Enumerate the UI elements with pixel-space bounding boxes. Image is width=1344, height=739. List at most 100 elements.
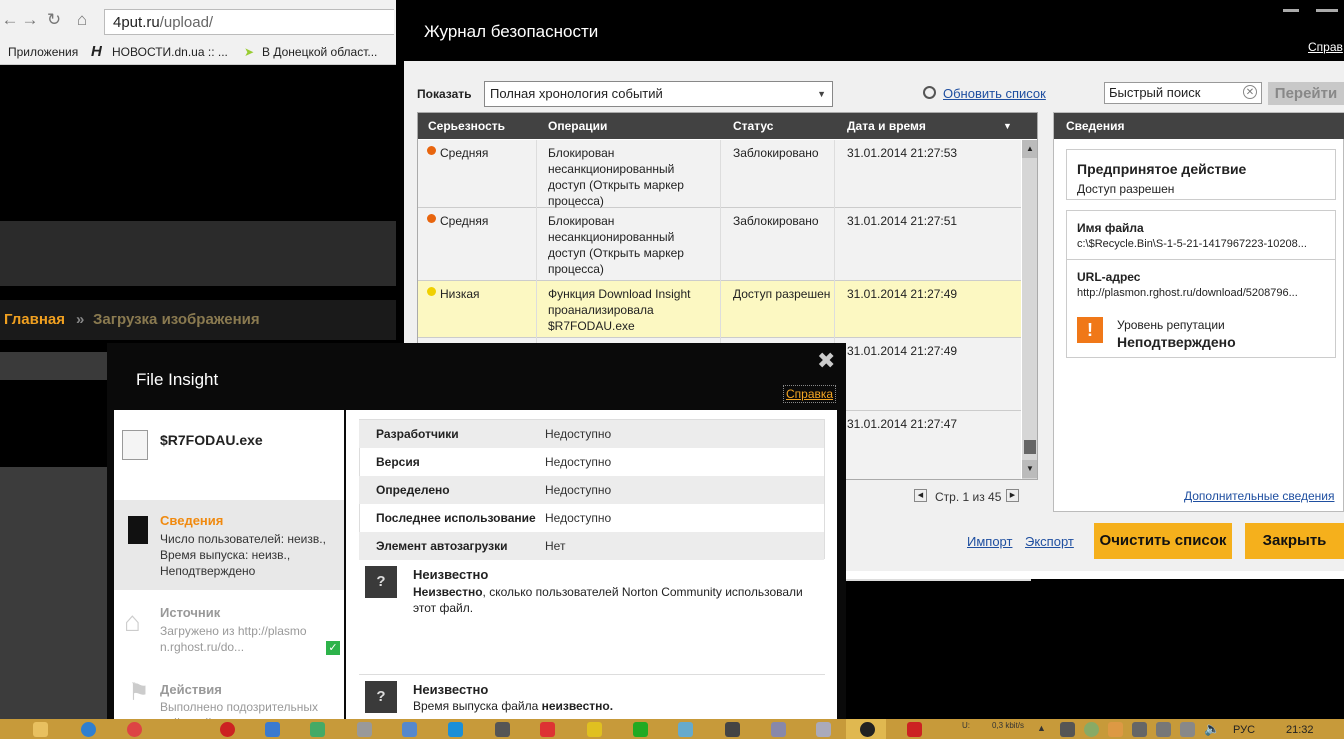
- go-button[interactable]: Перейти: [1268, 82, 1344, 105]
- file-value: c:\$Recycle.Bin\S-1-5-21-1417967223-1020…: [1077, 238, 1307, 250]
- details-panel: Сведения Предпринятое действие Доступ ра…: [1053, 112, 1344, 512]
- community-title: Неизвестно: [413, 567, 489, 582]
- nav-item-title: Сведения: [160, 513, 224, 528]
- tray-icon[interactable]: [1060, 722, 1075, 737]
- app-icon[interactable]: [357, 722, 372, 737]
- property-value: Недоступно: [545, 455, 612, 469]
- clear-search-icon[interactable]: ✕: [1243, 85, 1257, 99]
- table-scrollbar[interactable]: ▲ ▼: [1022, 140, 1037, 479]
- maximize-button[interactable]: [1316, 9, 1338, 12]
- address-bar[interactable]: 4put.ru/upload/: [104, 9, 394, 35]
- chevron-down-icon: ▼: [817, 89, 826, 99]
- app-icon[interactable]: [907, 722, 922, 737]
- minimize-button[interactable]: [1283, 9, 1299, 12]
- row-datetime: 31.01.2014 21:27:53: [847, 146, 958, 160]
- scroll-thumb[interactable]: [1024, 440, 1036, 454]
- column-status[interactable]: Статус: [733, 119, 773, 133]
- norton-icon[interactable]: [633, 722, 648, 737]
- help-link[interactable]: Справка: [783, 385, 837, 403]
- clear-list-button[interactable]: Очистить список: [1094, 523, 1232, 559]
- volume-icon[interactable]: 🔈: [1204, 721, 1220, 737]
- scroll-down-icon[interactable]: ▼: [1022, 460, 1037, 478]
- refresh-icon[interactable]: [923, 86, 936, 99]
- row-status: Доступ разрешен: [733, 287, 831, 301]
- tray-icon[interactable]: [1132, 722, 1147, 737]
- scroll-up-icon[interactable]: ▲: [1022, 140, 1037, 158]
- more-details-link[interactable]: Дополнительные сведения: [1184, 489, 1334, 503]
- app-icon[interactable]: [816, 722, 831, 737]
- back-icon[interactable]: ←: [0, 10, 20, 30]
- nav-item-details[interactable]: Сведения Число пользователей: неизв., Вр…: [114, 500, 344, 590]
- nav-item-desc: Число пользователей: неизв., Время выпус…: [160, 532, 326, 578]
- url-label: URL-адрес: [1077, 270, 1141, 284]
- column-severity[interactable]: Серьезность: [428, 119, 505, 133]
- opera-icon[interactable]: [220, 722, 235, 737]
- breadcrumb-home[interactable]: Главная: [4, 300, 65, 340]
- app-icon[interactable]: [587, 722, 602, 737]
- bookmarks-bar: Приложения H НОВОСТИ.dn.ua :: ... ➤ В До…: [0, 42, 396, 65]
- app-icon[interactable]: [265, 722, 280, 737]
- document-icon: [128, 516, 148, 544]
- sort-down-icon[interactable]: ▼: [1003, 121, 1012, 131]
- column-datetime[interactable]: Дата и время: [847, 119, 926, 133]
- property-row: Последнее использование Недоступно: [359, 504, 824, 532]
- app-icon[interactable]: [310, 722, 325, 737]
- bookmark-apps[interactable]: Приложения: [8, 42, 78, 62]
- check-icon: ✓: [326, 641, 340, 655]
- export-link[interactable]: Экспорт: [1025, 534, 1074, 549]
- window-title: Журнал безопасности: [424, 22, 599, 41]
- show-filter-value: Полная хронология событий: [490, 86, 663, 101]
- reload-icon[interactable]: ↻: [44, 10, 64, 30]
- tray-icon[interactable]: [1108, 722, 1123, 737]
- prev-page-icon[interactable]: ◀: [914, 489, 927, 502]
- property-value: Нет: [545, 539, 566, 553]
- breadcrumb: Главная » Загрузка изображения: [0, 300, 396, 340]
- property-row: Элемент автозагрузки Нет: [359, 532, 824, 560]
- chevron-up-icon[interactable]: ▲: [1037, 723, 1046, 733]
- next-page-icon[interactable]: ▶: [1006, 489, 1019, 502]
- close-button[interactable]: Закрыть: [1245, 523, 1344, 559]
- skype-icon[interactable]: [448, 722, 463, 737]
- nav-item-source[interactable]: ⌂ Источник Загружено из http://plasmon.r…: [114, 598, 344, 670]
- property-row: Определено Недоступно: [359, 476, 824, 504]
- help-link[interactable]: Справ: [1308, 40, 1343, 54]
- app-icon[interactable]: [771, 722, 786, 737]
- app-icon[interactable]: [540, 722, 555, 737]
- property-key: Разработчики: [376, 427, 459, 441]
- file-insight-dialog: File Insight ✖ Справка $R7FODAU.exe Свед…: [107, 343, 846, 719]
- breadcrumb-separator: »: [76, 311, 85, 328]
- app-icon[interactable]: [495, 722, 510, 737]
- forward-icon[interactable]: →: [20, 10, 40, 30]
- severity-medium-icon: [427, 146, 436, 155]
- property-key: Элемент автозагрузки: [376, 539, 508, 553]
- severity-medium-icon: [427, 214, 436, 223]
- refresh-link[interactable]: Обновить список: [943, 86, 1046, 101]
- network-icon[interactable]: [1180, 722, 1195, 737]
- nav-item-actions[interactable]: ⚑ Действия Выполнено подозрительных дейс…: [114, 670, 344, 719]
- app-icon[interactable]: [678, 722, 693, 737]
- explorer-icon[interactable]: [33, 722, 48, 737]
- property-key: Последнее использование: [376, 511, 536, 525]
- home-icon[interactable]: ⌂: [72, 10, 92, 30]
- norton-active-icon[interactable]: [860, 722, 875, 737]
- url-path: /upload/: [159, 14, 214, 31]
- clock[interactable]: 21:32: [1286, 724, 1314, 736]
- column-operations[interactable]: Операции: [548, 119, 607, 133]
- language-indicator[interactable]: РУС: [1233, 724, 1255, 736]
- tray-icon[interactable]: [1084, 722, 1099, 737]
- window-shadow: [846, 579, 1031, 581]
- chrome-icon[interactable]: [127, 722, 142, 737]
- bookmark-news[interactable]: НОВОСТИ.dn.ua :: ...: [112, 42, 228, 62]
- reputation-label: Уровень репутации: [1117, 318, 1225, 332]
- app-icon[interactable]: [402, 722, 417, 737]
- release-title: Неизвестно: [413, 682, 489, 697]
- import-link[interactable]: Импорт: [967, 534, 1012, 549]
- app-icon[interactable]: [725, 722, 740, 737]
- quick-search-input[interactable]: Быстрый поиск: [1104, 82, 1262, 104]
- bookmark-donetsk[interactable]: В Донецкой област...: [262, 42, 377, 62]
- file-info-box: Имя файла c:\$Recycle.Bin\S-1-5-21-14179…: [1066, 210, 1336, 358]
- show-filter-select[interactable]: Полная хронология событий ▼: [484, 81, 833, 107]
- tray-icon[interactable]: [1156, 722, 1171, 737]
- ie-icon[interactable]: [81, 722, 96, 737]
- close-icon[interactable]: ✖: [817, 348, 835, 374]
